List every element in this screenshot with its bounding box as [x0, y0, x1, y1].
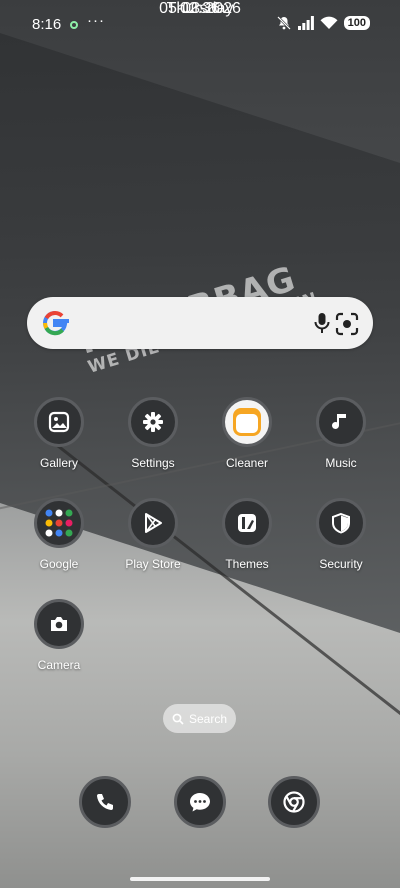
google-folder-icon [34, 498, 84, 548]
phone-icon [79, 776, 131, 828]
google-search-bar[interactable] [27, 297, 373, 349]
gallery-icon [34, 397, 84, 447]
app-label: Google [39, 557, 79, 571]
google-icon [43, 311, 69, 336]
app-search-button[interactable]: Search [163, 704, 236, 733]
signal-icon [297, 16, 314, 30]
camera-icon [34, 599, 84, 649]
dock-messages[interactable] [158, 776, 242, 828]
app-label: Gallery [39, 456, 78, 470]
battery-icon: 100 [343, 16, 370, 30]
clock-day: Thursday [166, 0, 234, 17]
music-icon [316, 397, 366, 447]
app-label: Security [319, 557, 363, 571]
dock-chrome[interactable] [252, 776, 336, 828]
app-label: Play Store [125, 557, 181, 571]
app-security[interactable]: Security [299, 498, 383, 571]
app-music[interactable]: Music [299, 397, 383, 470]
app-label: Cleaner [225, 456, 269, 470]
shield-icon [316, 498, 366, 548]
app-play-store[interactable]: Play Store [111, 498, 195, 571]
app-settings[interactable]: Settings [111, 397, 195, 470]
mic-icon[interactable] [309, 310, 335, 336]
app-camera[interactable]: Camera [17, 599, 101, 672]
app-cleaner[interactable]: Cleaner [205, 397, 289, 470]
chrome-icon [268, 776, 320, 828]
gear-icon [128, 397, 178, 447]
wifi-icon [320, 16, 338, 29]
app-search-label: Search [188, 711, 228, 726]
home-indicator[interactable] [130, 877, 270, 881]
cleaner-icon [222, 397, 272, 447]
app-label: Themes [225, 557, 269, 571]
dock-phone[interactable] [63, 776, 147, 828]
app-label: Music [325, 456, 357, 470]
status-time: 8:16 [32, 16, 62, 33]
messages-icon [174, 776, 226, 828]
app-label: Camera [37, 658, 81, 672]
app-label: Settings [131, 456, 175, 470]
app-gallery[interactable]: Gallery [17, 397, 101, 470]
play-store-icon [128, 498, 178, 548]
app-google-folder[interactable]: Google [17, 498, 101, 571]
app-themes[interactable]: Themes [205, 498, 289, 571]
search-icon [172, 713, 184, 725]
themes-icon [222, 498, 272, 548]
lens-icon[interactable] [333, 310, 361, 338]
activity-dot-icon [70, 21, 78, 29]
